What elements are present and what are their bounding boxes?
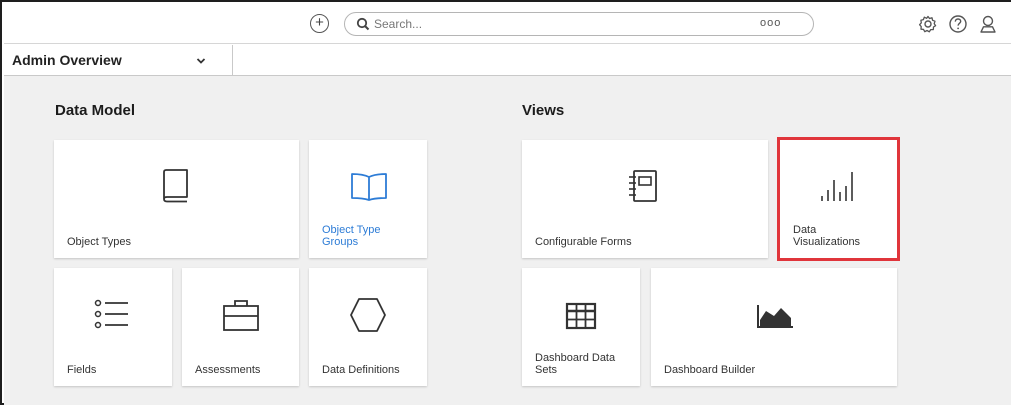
tile-label: Data Definitions [322, 364, 400, 376]
search-options-icon[interactable]: ooo [760, 17, 781, 29]
help-icon[interactable] [947, 13, 969, 35]
tile-label: Object Types [67, 236, 131, 248]
tile-label-line1: Dashboard Data [535, 352, 616, 364]
search-placeholder: Search... [374, 17, 423, 31]
book-icon [163, 169, 188, 203]
add-icon[interactable]: + [310, 14, 329, 33]
tile-label-line1: Data [793, 224, 817, 236]
bar-chart-icon [821, 172, 853, 201]
tile-configurable-forms[interactable]: Configurable Forms [522, 140, 768, 258]
area-chart-icon [757, 305, 793, 328]
tile-label: Assessments [195, 364, 261, 376]
tile-data-definitions[interactable]: Data Definitions [309, 268, 427, 386]
top-bar: + Search... ooo [4, 4, 1011, 44]
tile-dashboard-data-sets[interactable]: Dashboard Data Sets [522, 268, 640, 386]
tile-label: Dashboard Builder [664, 364, 756, 376]
briefcase-icon [223, 300, 259, 331]
view-dropdown-label: Admin Overview [12, 52, 122, 68]
view-selector-bar: Admin Overview [4, 45, 1011, 76]
section-title-views: Views [522, 102, 565, 119]
view-dropdown[interactable]: Admin Overview [4, 45, 233, 76]
user-icon[interactable] [977, 13, 999, 35]
tile-data-visualizations[interactable]: Data Visualizations [777, 137, 900, 261]
app-window: + Search... ooo Admin Overview Data Mode… [0, 0, 1011, 405]
tile-fields[interactable]: Fields [54, 268, 172, 386]
chevron-down-icon [196, 58, 206, 64]
hexagon-icon [350, 298, 386, 332]
table-icon [565, 302, 597, 330]
tile-label-line2: Visualizations [793, 236, 861, 248]
tile-label: Configurable Forms [535, 236, 632, 248]
tile-assessments[interactable]: Assessments [182, 268, 299, 386]
gear-icon[interactable] [917, 13, 939, 35]
open-book-icon [351, 173, 387, 201]
tile-label-line2: Groups [322, 236, 359, 248]
tile-object-type-groups[interactable]: Object Type Groups [309, 140, 427, 258]
tile-dashboard-builder[interactable]: Dashboard Builder [651, 268, 897, 386]
search-icon [356, 17, 370, 31]
section-title-data-model: Data Model [55, 102, 136, 119]
tile-label: Fields [67, 364, 97, 376]
admin-overview-content: Data Model Views Object Types Object Typ… [4, 76, 1011, 405]
tile-label-line1: Object Type [322, 224, 381, 236]
search-input[interactable]: Search... ooo [344, 12, 814, 36]
list-icon [94, 299, 128, 329]
tile-label-line2: Sets [535, 364, 558, 376]
tile-object-types[interactable]: Object Types [54, 140, 299, 258]
notebook-icon [629, 170, 657, 202]
